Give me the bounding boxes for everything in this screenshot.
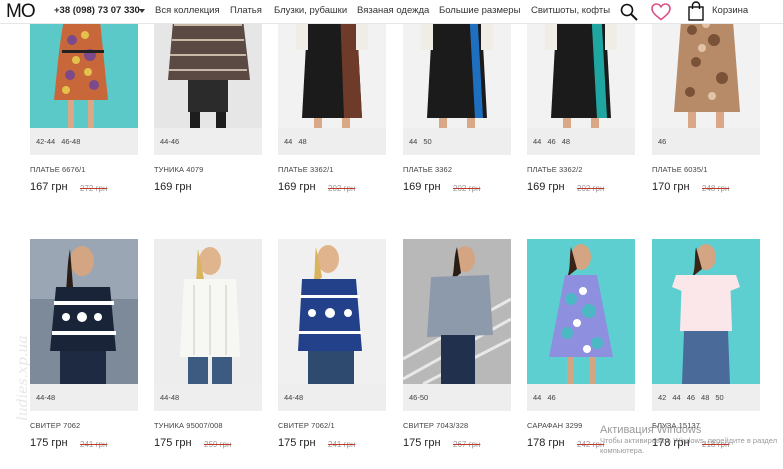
size-list: 44 48 (278, 128, 386, 155)
product-name[interactable]: ПЛАТЬЕ 6035/1 (652, 165, 708, 174)
nav-knitwear[interactable]: Вязаная одежда (357, 5, 429, 16)
size-option[interactable]: 44 (672, 393, 680, 402)
size-option[interactable]: 44 (409, 137, 417, 146)
size-option[interactable]: 50 (423, 137, 431, 146)
size-list: 44 46 (527, 384, 635, 411)
product-price: 175 грн (278, 437, 316, 449)
product-name[interactable]: САРАФАН 3299 (527, 421, 582, 430)
product-price: 175 грн (403, 437, 441, 449)
product-price: 178 грн (527, 437, 565, 449)
product-old-price: 202 грн (577, 184, 605, 193)
size-option[interactable]: 46-48 (61, 137, 80, 146)
nav-blouses-shirts[interactable]: Блузки, рубашки (274, 5, 347, 16)
search-icon[interactable] (620, 3, 638, 21)
product-old-price: 202 грн (328, 184, 356, 193)
chevron-down-icon[interactable] (139, 9, 145, 13)
size-option[interactable]: 44-48 (284, 393, 303, 402)
product-price: 167 грн (30, 181, 68, 193)
shopping-bag-icon[interactable] (688, 1, 704, 21)
site-logo[interactable]: MO (6, 1, 36, 23)
product-old-price: 272 грн (80, 184, 108, 193)
product-photo[interactable] (30, 239, 138, 384)
size-list: 42-44 46-48 (30, 128, 138, 155)
size-option[interactable]: 44-46 (160, 137, 179, 146)
windows-activation-notice: Активация Windows Чтобы активировать Win… (600, 424, 783, 456)
phone-number[interactable]: +38 (098) 73 07 330 (54, 5, 140, 16)
product-name[interactable]: СВИТЕР 7043/328 (403, 421, 468, 430)
product-name[interactable]: СВИТЕР 7062 (30, 421, 80, 430)
size-list: 44-48 (30, 384, 138, 411)
product-photo[interactable] (278, 239, 386, 384)
size-option[interactable]: 46 (687, 393, 695, 402)
size-list: 44 46 48 (527, 128, 635, 155)
size-option[interactable]: 48 (298, 137, 306, 146)
size-option[interactable]: 46 (658, 137, 666, 146)
nav-sweatshirts[interactable]: Свитшоты, кофты (531, 5, 610, 16)
product-old-price: 202 грн (453, 184, 481, 193)
product-old-price: 267 грн (453, 440, 481, 449)
size-list: 44-48 (154, 384, 262, 411)
product-price: 175 грн (154, 437, 192, 449)
size-list: 42 44 46 48 50 (652, 384, 760, 411)
product-price: 175 грн (30, 437, 68, 449)
nav-plus-sizes[interactable]: Большие размеры (439, 5, 520, 16)
size-option[interactable]: 44 (533, 393, 541, 402)
product-name[interactable]: СВИТЕР 7062/1 (278, 421, 335, 430)
size-option[interactable]: 42 (658, 393, 666, 402)
size-list: 44-48 (278, 384, 386, 411)
heart-icon[interactable] (651, 3, 671, 21)
size-list: 44 50 (403, 128, 511, 155)
windows-activation-text: компьютера. (600, 446, 645, 455)
product-name[interactable]: ПЛАТЬЕ 3362 (403, 165, 452, 174)
nav-dresses[interactable]: Платья (230, 5, 262, 16)
size-option[interactable]: 44-48 (160, 393, 179, 402)
product-name[interactable]: ПЛАТЬЕ 6676/1 (30, 165, 86, 174)
product-name[interactable]: ТУНИКА 95007/008 (154, 421, 223, 430)
product-old-price: 248 грн (702, 184, 730, 193)
size-option[interactable]: 46-50 (409, 393, 428, 402)
product-price: 169 грн (154, 181, 192, 193)
size-list: 44-46 (154, 128, 262, 155)
product-name[interactable]: ПЛАТЬЕ 3362/2 (527, 165, 583, 174)
product-price: 169 грн (527, 181, 565, 193)
site-watermark: ludies.xp.ua (14, 335, 31, 421)
nav-all-collection[interactable]: Вся коллекция (155, 5, 220, 16)
size-option[interactable]: 44 (284, 137, 292, 146)
product-price: 169 грн (403, 181, 441, 193)
product-photo[interactable] (154, 239, 262, 384)
product-old-price: 241 грн (328, 440, 356, 449)
product-name[interactable]: ТУНИКА 4079 (154, 165, 203, 174)
size-option[interactable]: 44 (533, 137, 541, 146)
product-name[interactable]: ПЛАТЬЕ 3362/1 (278, 165, 334, 174)
size-list: 46-50 (403, 384, 511, 411)
windows-activation-title: Активация Windows (600, 424, 702, 436)
product-price: 169 грн (278, 181, 316, 193)
product-photo[interactable] (403, 239, 511, 384)
product-old-price: 241 грн (80, 440, 108, 449)
site-header: MO +38 (098) 73 07 330 Вся коллекция Пла… (0, 0, 783, 24)
size-list: 46 (652, 128, 760, 155)
size-option[interactable]: 42-44 (36, 137, 55, 146)
product-price: 170 грн (652, 181, 690, 193)
windows-activation-text: Чтобы активировать Windows, перейдите в … (600, 436, 778, 445)
size-option[interactable]: 48 (701, 393, 709, 402)
size-option[interactable]: 46 (547, 393, 555, 402)
product-photo[interactable] (527, 239, 635, 384)
product-old-price: 259 грн (204, 440, 232, 449)
size-option[interactable]: 46 (547, 137, 555, 146)
size-option[interactable]: 44-48 (36, 393, 55, 402)
size-option[interactable]: 50 (715, 393, 723, 402)
product-photo[interactable] (652, 239, 760, 384)
size-option[interactable]: 48 (562, 137, 570, 146)
cart-link[interactable]: Корзина (712, 5, 748, 16)
